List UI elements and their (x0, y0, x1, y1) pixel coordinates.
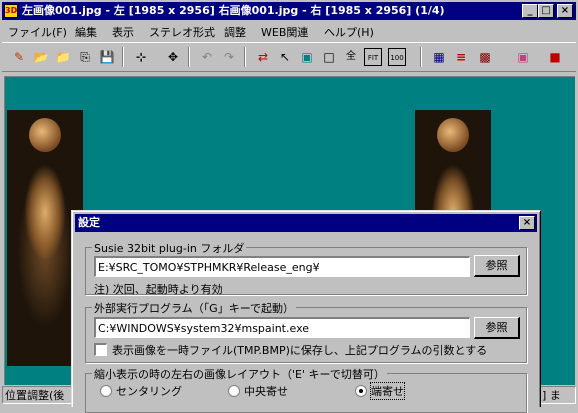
radio-centering-label[interactable]: センタリング (116, 383, 182, 399)
radio-edge-align-label[interactable]: 端寄せ (370, 382, 405, 400)
color-icon[interactable]: ▣ (514, 48, 532, 66)
fullscreen-icon[interactable]: 全 (342, 48, 360, 66)
new-icon[interactable]: ✎ (10, 48, 28, 66)
window-title: 左画像001.jpg - 左 [1985 x 2956] 右画像001.jpg … (22, 4, 445, 17)
layout-grid-icon[interactable]: ▦ (430, 48, 448, 66)
menu-help[interactable]: ヘルプ(H) (324, 24, 374, 40)
radio-center-align-label[interactable]: 中央寄せ (244, 383, 288, 399)
menu-edit[interactable]: 編集 (75, 24, 97, 40)
menu-bar: ファイル(F) 編集 表示 ステレオ形式 調整 WEB関連 ヘルプ(H) (2, 21, 576, 40)
move-icon[interactable]: ✥ (164, 48, 182, 66)
menu-web[interactable]: WEB関連 (261, 24, 308, 40)
undo-icon[interactable]: ↶ (198, 48, 216, 66)
maximize-button[interactable]: □ (538, 4, 554, 18)
menu-file[interactable]: ファイル(F) (8, 24, 67, 40)
copy-icon[interactable]: ⎘ (76, 48, 94, 66)
window-icon[interactable]: □ (320, 48, 338, 66)
dialog-close-button[interactable]: × (519, 216, 535, 230)
temp-file-checkbox-label[interactable]: 表示画像を一時ファイル(TMP.BMP)に保存し、上記プログラムの引数とする (112, 342, 487, 358)
dialog-title-bar[interactable]: 設定 × (75, 214, 537, 232)
open-icon[interactable]: 📂 (32, 48, 50, 66)
anaglyph-icon[interactable]: ■ (546, 48, 564, 66)
app-icon[interactable]: 3D (4, 4, 18, 18)
open-folder-icon[interactable]: 📁 (54, 48, 72, 66)
plugin-note: 注) 次回、起動時より有効 (94, 283, 223, 296)
toolbar-separator (188, 47, 190, 67)
screen-icon[interactable]: ▣ (298, 48, 316, 66)
radio-center-align[interactable] (228, 385, 240, 397)
title-bar[interactable]: 3D 左画像001.jpg - 左 [1985 x 2956] 右画像001.j… (2, 2, 576, 20)
radio-centering[interactable] (100, 385, 112, 397)
zoom-100-icon[interactable]: 100 (388, 48, 406, 66)
toolbar: ✎ 📂 📁 ⎘ 💾 ⊹ ✥ ↶ ↷ ⇄ ↖ ▣ □ 全 FIT 100 ▦ ≡ … (2, 42, 576, 72)
layout-label: 縮小表示の時の左右の画像レイアウト（'E' キーで切替可） (92, 366, 387, 382)
radio-edge-align[interactable] (355, 385, 367, 397)
external-browse-button[interactable]: 参照 (474, 317, 520, 339)
crop-icon[interactable]: ⊹ (132, 48, 150, 66)
status-right: ] ま (539, 386, 576, 404)
menu-adjust[interactable]: 調整 (224, 24, 246, 40)
checker-icon[interactable]: ▩ (476, 48, 494, 66)
menu-stereo-format[interactable]: ステレオ形式 (149, 24, 215, 40)
minimize-button[interactable]: _ (522, 4, 538, 18)
temp-file-checkbox[interactable] (94, 343, 107, 356)
interlace-icon[interactable]: ≡ (452, 48, 470, 66)
external-program-input[interactable]: C:¥WINDOWS¥system32¥mspaint.exe (94, 317, 470, 338)
redo-icon[interactable]: ↷ (220, 48, 238, 66)
toolbar-separator (122, 47, 124, 67)
fit-icon[interactable]: FIT (364, 48, 382, 66)
plugin-folder-label: Susie 32bit plug-in フォルダ (92, 240, 247, 256)
swap-icon[interactable]: ⇄ (254, 48, 272, 66)
dialog-title: 設定 (78, 216, 100, 229)
pointer-icon[interactable]: ↖ (276, 48, 294, 66)
plugin-browse-button[interactable]: 参照 (474, 255, 520, 277)
toolbar-separator (244, 47, 246, 67)
save-icon[interactable]: 💾 (98, 48, 116, 66)
external-program-label: 外部実行プログラム（「G」キーで起動） (92, 300, 297, 316)
plugin-folder-input[interactable]: E:¥SRC_TOMO¥STPHMKR¥Release_eng¥ (94, 256, 470, 277)
toolbar-separator (420, 47, 422, 67)
settings-dialog: 設定 × Susie 32bit plug-in フォルダ E:¥SRC_TOM… (71, 210, 541, 413)
menu-view[interactable]: 表示 (112, 24, 134, 40)
close-button[interactable]: × (557, 4, 573, 18)
status-position: 位置調整(後 (2, 386, 72, 404)
